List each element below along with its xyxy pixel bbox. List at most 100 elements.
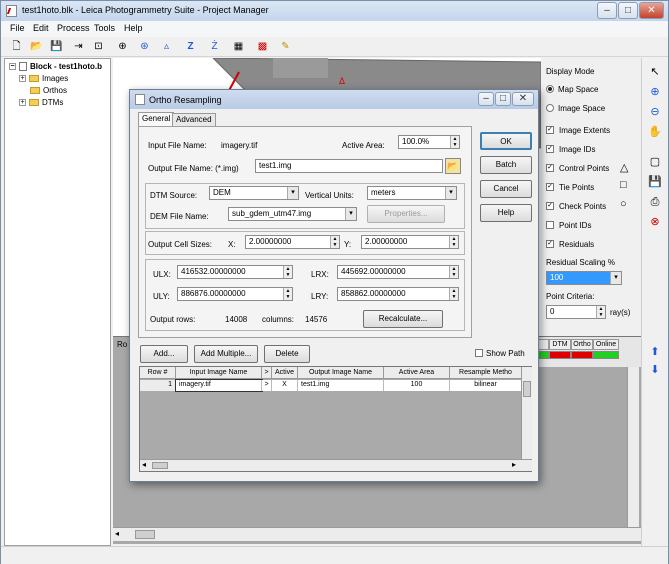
zoom-out-icon[interactable]: ⊖: [647, 104, 663, 120]
minimize-button[interactable]: –: [597, 2, 617, 19]
image-ids-checkbox[interactable]: ✓: [546, 145, 554, 153]
close-button[interactable]: ✕: [639, 2, 664, 19]
menu-process[interactable]: Process: [57, 23, 90, 33]
scroll-thumb[interactable]: [135, 530, 155, 539]
print-view-icon[interactable]: ⎙: [647, 194, 663, 210]
dialog-close-button[interactable]: ✕: [512, 92, 534, 106]
scroll-right-icon[interactable]: ▸: [512, 460, 516, 469]
vertical-scrollbar[interactable]: [627, 351, 639, 527]
menu-tools[interactable]: Tools: [94, 23, 115, 33]
column-header-output-image[interactable]: Output Image Name: [298, 367, 384, 379]
add-button[interactable]: Add...: [140, 345, 188, 363]
scroll-thumb[interactable]: [152, 462, 168, 469]
vertical-units-select[interactable]: meters ▾: [367, 186, 457, 200]
expand-icon[interactable]: +: [19, 99, 26, 107]
tree-item-dtms[interactable]: + DTMs: [19, 97, 63, 108]
pan-hand-icon[interactable]: ✋: [647, 124, 663, 140]
zoom-in-icon[interactable]: ⊕: [647, 84, 663, 100]
new-file-icon[interactable]: 🗋: [9, 39, 24, 54]
browse-folder-icon[interactable]: 📂: [445, 158, 461, 174]
tab-advanced[interactable]: Advanced: [172, 113, 216, 126]
menu-file[interactable]: File: [10, 23, 25, 33]
cell-size-y-input[interactable]: 2.00000000 ▲ ▼: [361, 235, 459, 249]
dem-file-select[interactable]: sub_gdem_utm47.img ▾: [228, 207, 357, 221]
tree-item-block[interactable]: − Block - test1hoto.b: [9, 61, 102, 72]
batch-button[interactable]: Batch: [480, 156, 532, 174]
column-header-resample-method[interactable]: Resample Metho: [450, 367, 522, 379]
menu-edit[interactable]: Edit: [33, 23, 49, 33]
add-frame-icon[interactable]: ⇥: [71, 39, 86, 54]
auto-tie-icon[interactable]: ⊛: [137, 39, 152, 54]
select-arrow-icon[interactable]: ↖: [647, 64, 663, 80]
tree-item-images[interactable]: + Images: [19, 73, 68, 84]
scroll-left-icon[interactable]: ◂: [142, 460, 146, 469]
point-measurement-icon[interactable]: ⊕: [115, 39, 130, 54]
tie-points-checkbox[interactable]: ✓: [546, 183, 554, 191]
chevron-down-icon[interactable]: ▾: [445, 187, 456, 199]
ok-button[interactable]: OK: [480, 132, 532, 150]
scroll-left-icon[interactable]: ◂: [115, 529, 119, 538]
chevron-down-icon[interactable]: ▾: [287, 187, 298, 199]
column-header-row[interactable]: Row #: [140, 367, 176, 379]
properties-button[interactable]: Properties...: [367, 205, 445, 223]
spinner-icon[interactable]: ▲ ▼: [283, 288, 292, 300]
spinner-icon[interactable]: ▲ ▼: [283, 266, 292, 278]
ulx-input[interactable]: 416532.00000000 ▲ ▼: [177, 265, 293, 279]
collapse-icon[interactable]: −: [9, 63, 16, 71]
table-cell-output-image[interactable]: test1.img: [298, 380, 384, 391]
chevron-down-icon[interactable]: ▾: [610, 272, 621, 284]
scroll-thumb[interactable]: [523, 381, 531, 397]
spinner-icon[interactable]: ▲ ▼: [330, 236, 339, 248]
save-icon[interactable]: 💾: [49, 39, 64, 54]
ortho-resampling-icon[interactable]: ▦: [231, 39, 246, 54]
control-points-checkbox[interactable]: ✓: [546, 164, 554, 172]
spinner-icon[interactable]: ▲ ▼: [449, 266, 458, 278]
uly-input[interactable]: 886876.00000000 ▲ ▼: [177, 287, 293, 301]
table-cell-active[interactable]: X: [272, 380, 298, 391]
lry-input[interactable]: 858862.00000000 ▲ ▼: [337, 287, 459, 301]
column-header-arrow[interactable]: >: [262, 367, 272, 379]
table-cell-resample-method[interactable]: bilinear: [450, 380, 522, 391]
check-point-circle-icon[interactable]: ○: [620, 198, 627, 210]
table-cell-active-area[interactable]: 100: [384, 380, 450, 391]
map-space-radio[interactable]: [546, 85, 554, 93]
triangulation-icon[interactable]: ▵: [159, 39, 174, 54]
spinner-icon[interactable]: ▲ ▼: [450, 136, 459, 148]
point-ids-checkbox[interactable]: [546, 221, 554, 229]
recalculate-button[interactable]: Recalculate...: [363, 310, 443, 328]
active-area-input[interactable]: 100.0% ▲ ▼: [398, 135, 460, 149]
dialog-maximize-button[interactable]: □: [495, 92, 511, 106]
column-header-input-image[interactable]: Input Image Name: [176, 367, 262, 379]
image-space-radio[interactable]: [546, 104, 554, 112]
move-up-arrow-icon[interactable]: ⬆: [647, 344, 663, 360]
feature-collection-icon[interactable]: ✎: [278, 39, 293, 54]
image-extents-checkbox[interactable]: ✓: [546, 126, 554, 134]
tie-point-square-icon[interactable]: □: [620, 179, 627, 191]
lrx-input[interactable]: 445692.00000000 ▲ ▼: [337, 265, 459, 279]
tab-general[interactable]: General: [138, 112, 175, 126]
grid-horizontal-scrollbar[interactable]: ◂ ▸: [140, 459, 532, 471]
spinner-icon[interactable]: ▲ ▼: [449, 288, 458, 300]
dtm-extraction-icon[interactable]: Z: [183, 39, 198, 54]
expand-icon[interactable]: +: [19, 75, 26, 83]
column-header-active-area[interactable]: Active Area: [384, 367, 450, 379]
horizontal-scrollbar[interactable]: ◂: [113, 527, 641, 541]
maximize-button[interactable]: □: [618, 2, 638, 19]
table-cell-input-image[interactable]: imagery.tif: [175, 379, 263, 392]
menu-help[interactable]: Help: [124, 23, 143, 33]
cell-size-x-input[interactable]: 2.00000000 ▲ ▼: [245, 235, 340, 249]
save-view-icon[interactable]: 💾: [647, 174, 663, 190]
move-down-arrow-icon[interactable]: ⬇: [647, 362, 663, 378]
dialog-minimize-button[interactable]: –: [478, 92, 494, 106]
dtm-edit-icon[interactable]: Ż: [207, 39, 222, 54]
delete-button[interactable]: Delete: [264, 345, 310, 363]
tree-item-orthos[interactable]: Orthos: [30, 85, 67, 96]
residual-scaling-select[interactable]: 100 ▾: [546, 271, 622, 285]
frame-editor-icon[interactable]: ⊡: [91, 39, 106, 54]
clear-icon[interactable]: ⊗: [647, 214, 663, 230]
cancel-button[interactable]: Cancel: [480, 180, 532, 198]
show-path-checkbox[interactable]: [475, 349, 483, 357]
chevron-down-icon[interactable]: ▾: [345, 208, 356, 220]
point-criteria-input[interactable]: 0 ▲ ▼: [546, 305, 606, 319]
full-extent-icon[interactable]: ▢: [647, 154, 663, 170]
